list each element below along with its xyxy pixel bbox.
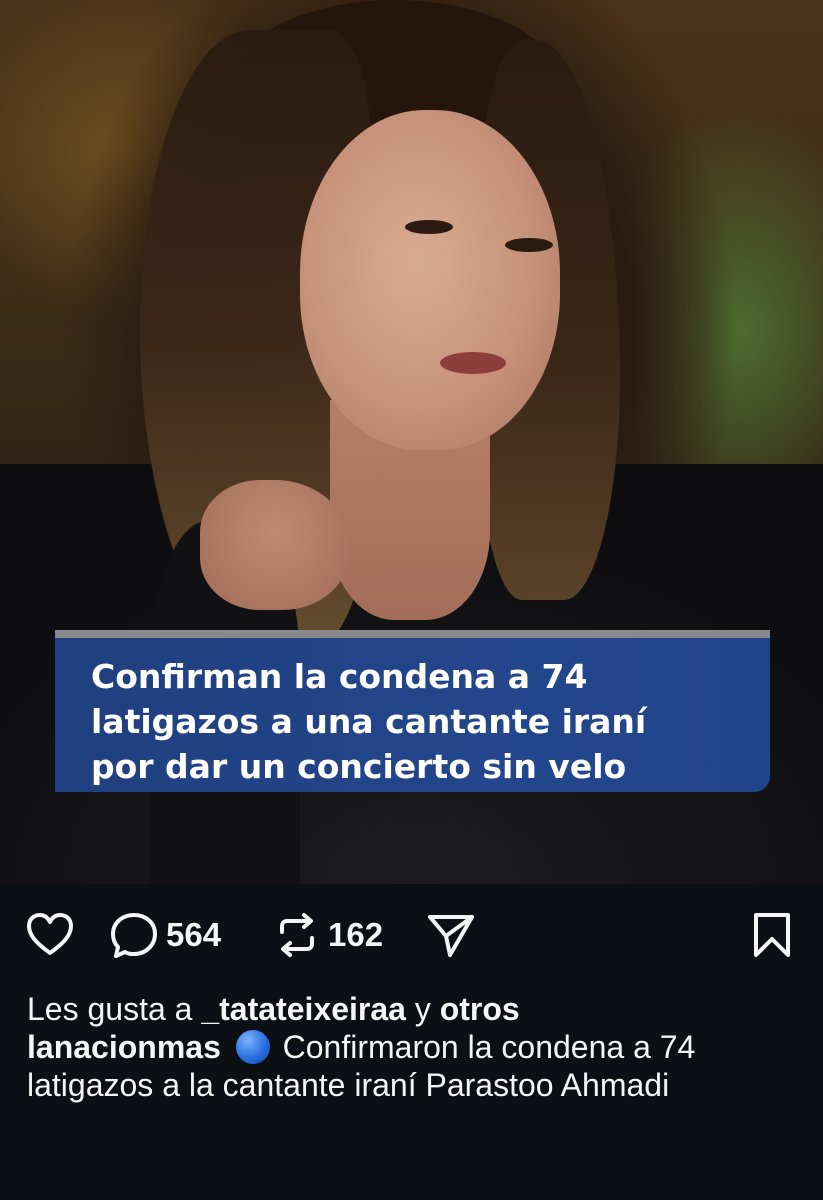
likes-others-link[interactable]: otros	[440, 991, 520, 1027]
liker-username[interactable]: _tatateixeiraa	[201, 991, 406, 1027]
bookmark-icon	[754, 913, 790, 957]
post-caption-block: Les gusta a _tatateixeiraa y otros lanac…	[27, 990, 807, 1104]
photo-hand	[200, 480, 350, 610]
share-icon	[428, 915, 474, 957]
comment-button[interactable]: 564	[110, 912, 221, 958]
headline-text: Confirman la condena a 74 latigazos a un…	[91, 657, 647, 786]
comment-icon	[111, 913, 157, 958]
heart-icon	[27, 913, 73, 955]
likes-prefix: Les gusta a	[27, 991, 193, 1027]
repost-button[interactable]: 162	[274, 912, 383, 958]
caption-author[interactable]: lanacionmas	[27, 1029, 221, 1065]
bookmark-button[interactable]	[752, 912, 792, 958]
photo-lips	[440, 352, 506, 374]
blue-circle-icon	[235, 1030, 270, 1064]
like-button[interactable]	[26, 912, 74, 958]
reposts-count: 162	[328, 916, 384, 953]
caption-line: lanacionmas Confirmaron la condena a 74 …	[27, 1028, 807, 1104]
comments-count: 564	[166, 916, 222, 953]
photo-eye-right	[505, 238, 553, 252]
headline-banner: Confirman la condena a 74 latigazos a un…	[55, 630, 770, 792]
likes-connector: y	[414, 991, 431, 1027]
repost-icon	[280, 913, 314, 957]
post-image[interactable]: Confirman la condena a 74 latigazos a un…	[0, 0, 823, 884]
photo-face	[300, 110, 560, 450]
share-button[interactable]	[426, 912, 476, 958]
photo-eye-left	[405, 220, 453, 234]
likes-line: Les gusta a _tatateixeiraa y otros	[27, 990, 807, 1028]
